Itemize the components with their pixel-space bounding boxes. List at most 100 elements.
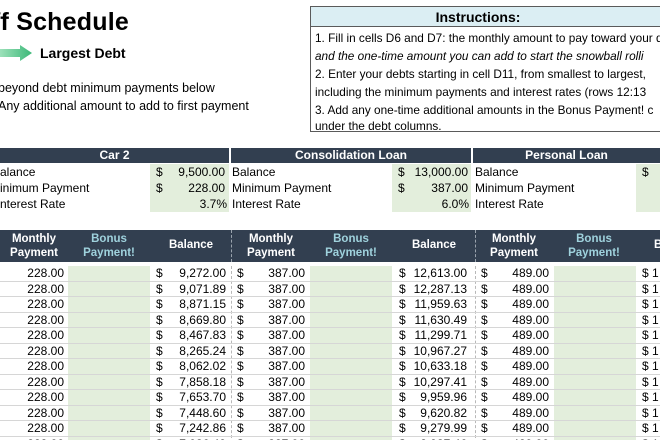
balance-cell: 10,297.41 bbox=[413, 374, 467, 389]
monthly-payment-cell: 489.00 bbox=[512, 374, 549, 389]
monthly-payment-cell: 387.00 bbox=[268, 405, 305, 420]
currency-symbol: $ bbox=[156, 374, 163, 389]
car-2-balance-input[interactable]: $ 9,500.00 bbox=[150, 164, 229, 180]
monthly-payment-cell: 228.00 bbox=[27, 343, 64, 358]
currency-symbol: $ bbox=[481, 374, 488, 389]
col-balance: Balance bbox=[150, 230, 232, 262]
balance-cell: 7,653.70 bbox=[179, 390, 226, 404]
monthly-payment-cell: 489.00 bbox=[512, 281, 549, 296]
balance-cell: 12,287.13 bbox=[413, 281, 467, 296]
currency-symbol: $ bbox=[399, 390, 406, 404]
debt-header-personal-loan: Personal Loan bbox=[473, 148, 660, 163]
min-payment-label: Minimum Payment bbox=[232, 181, 332, 195]
instructions-box: Instructions: 1. Fill in cells D6 and D7… bbox=[310, 6, 660, 132]
currency-symbol: $ bbox=[481, 359, 488, 373]
col-header-text: Payment! bbox=[83, 247, 135, 259]
col-header-text: Payment bbox=[247, 247, 295, 259]
balance-cell: 7,036.49 bbox=[179, 437, 226, 440]
col-header-text: Bonus bbox=[91, 233, 127, 245]
currency-symbol: $ bbox=[642, 281, 649, 296]
balance-cell: 1 bbox=[652, 343, 659, 358]
monthly-payment-cell: 387.00 bbox=[268, 343, 305, 358]
col-bonus-payment: Bonus Payment! bbox=[310, 230, 392, 262]
currency-symbol: $ bbox=[399, 405, 406, 420]
balance-cell: 8,265.24 bbox=[179, 343, 226, 358]
currency-symbol: $ bbox=[481, 266, 488, 280]
balance-cell: 7,448.60 bbox=[179, 405, 226, 420]
balance-cell: 1 bbox=[652, 328, 659, 342]
balance-cell: 9,272.00 bbox=[179, 266, 226, 280]
monthly-payment-cell: 228.00 bbox=[27, 297, 64, 311]
currency-symbol: $ bbox=[237, 437, 244, 440]
column-divider bbox=[231, 230, 232, 262]
currency-symbol: $ bbox=[642, 405, 649, 420]
currency-symbol: $ bbox=[237, 281, 244, 296]
consolidation-rate-input[interactable]: 6.0% bbox=[392, 196, 471, 212]
monthly-payment-cell: 489.00 bbox=[512, 405, 549, 420]
personal-loan-balance-input[interactable]: $ bbox=[636, 164, 660, 180]
balance-label: Balance bbox=[232, 165, 276, 179]
col-monthly-payment: Monthly Payment bbox=[0, 230, 68, 262]
col-balance: Balance bbox=[392, 230, 476, 262]
currency-symbol: $ bbox=[642, 165, 649, 179]
currency-symbol: $ bbox=[481, 405, 488, 420]
balance-cell: 9,620.82 bbox=[420, 405, 467, 420]
balance-label: alance bbox=[0, 165, 36, 179]
table-row: 228.00 $8,265.24 $387.00 $10,967.27 $489.00 $… bbox=[0, 343, 660, 359]
car-2-min-payment-input[interactable]: $ 228.00 bbox=[150, 180, 229, 196]
balance-cell: 1 bbox=[652, 266, 659, 280]
table-row: 228.00 $7,036.49 $387.00 $8,937.46 $489.00 $1 bbox=[0, 437, 660, 440]
currency-symbol: $ bbox=[156, 343, 163, 358]
currency-symbol: $ bbox=[399, 374, 406, 389]
monthly-payment-cell: 489.00 bbox=[512, 437, 549, 440]
note-extra-payment: beyond debt minimum payments below bbox=[0, 81, 215, 95]
monthly-payment-cell: 387.00 bbox=[268, 266, 305, 280]
min-payment-label: Minimum Payment bbox=[475, 181, 575, 195]
monthly-payment-cell: 228.00 bbox=[27, 374, 64, 389]
currency-symbol: $ bbox=[399, 343, 406, 358]
car-2-rate-input[interactable]: 3.7% bbox=[150, 196, 229, 212]
currency-symbol: $ bbox=[642, 359, 649, 373]
monthly-payment-cell: 228.00 bbox=[27, 328, 64, 342]
balance-cell: 8,871.15 bbox=[179, 297, 226, 311]
table-row: 228.00 $7,448.60 $387.00 $9,620.82 $489.00 $1 bbox=[0, 405, 660, 421]
monthly-payment-cell: 489.00 bbox=[512, 421, 549, 435]
currency-symbol: $ bbox=[237, 328, 244, 342]
consolidation-balance: 13,000.00 bbox=[414, 165, 468, 179]
col-monthly-payment: Monthly Payment bbox=[476, 230, 552, 262]
instruction-line: and the one-time amount you can add to s… bbox=[315, 49, 644, 63]
currency-symbol: $ bbox=[642, 390, 649, 404]
currency-symbol: $ bbox=[399, 421, 406, 435]
currency-symbol: $ bbox=[642, 297, 649, 311]
table-row: 228.00 $7,242.86 $387.00 $9,279.99 $489.00 $1 bbox=[0, 421, 660, 437]
personal-loan-min-payment-input[interactable] bbox=[636, 180, 660, 196]
currency-symbol: $ bbox=[237, 266, 244, 280]
col-header-text: Monthly bbox=[491, 233, 537, 245]
consolidation-balance-input[interactable]: $ 13,000.00 bbox=[392, 164, 471, 180]
currency-symbol: $ bbox=[237, 405, 244, 420]
currency-symbol: $ bbox=[398, 165, 405, 179]
currency-symbol: $ bbox=[156, 281, 163, 296]
consolidation-min-payment-input[interactable]: $ 387.00 bbox=[392, 180, 471, 196]
monthly-payment-cell: 387.00 bbox=[268, 297, 305, 311]
currency-symbol: $ bbox=[481, 281, 488, 296]
monthly-payment-cell: 489.00 bbox=[512, 359, 549, 373]
monthly-payment-cell: 228.00 bbox=[27, 405, 64, 420]
currency-symbol: $ bbox=[642, 328, 649, 342]
debt-header-car-2: Car 2 bbox=[0, 148, 229, 163]
currency-symbol: $ bbox=[156, 312, 163, 327]
monthly-payment-cell: 387.00 bbox=[268, 421, 305, 435]
balance-cell: 1 bbox=[652, 374, 659, 389]
balance-cell: 9,279.99 bbox=[420, 421, 467, 435]
interest-rate-label: Interest Rate bbox=[475, 197, 544, 211]
debt-header-consolidation: Consolidation Loan bbox=[231, 148, 471, 163]
monthly-payment-cell: 489.00 bbox=[512, 297, 549, 311]
personal-loan-rate-input[interactable] bbox=[636, 196, 660, 212]
monthly-payment-cell: 489.00 bbox=[512, 343, 549, 358]
col-header-text: Monthly bbox=[248, 233, 294, 245]
balance-cell: 1 bbox=[652, 390, 659, 404]
balance-label: Balance bbox=[475, 165, 519, 179]
consolidation-min-payment: 387.00 bbox=[431, 181, 468, 195]
table-row: 228.00 $8,669.80 $387.00 $11,630.49 $489.00 $… bbox=[0, 312, 660, 328]
min-payment-label: inimum Payment bbox=[0, 181, 90, 195]
